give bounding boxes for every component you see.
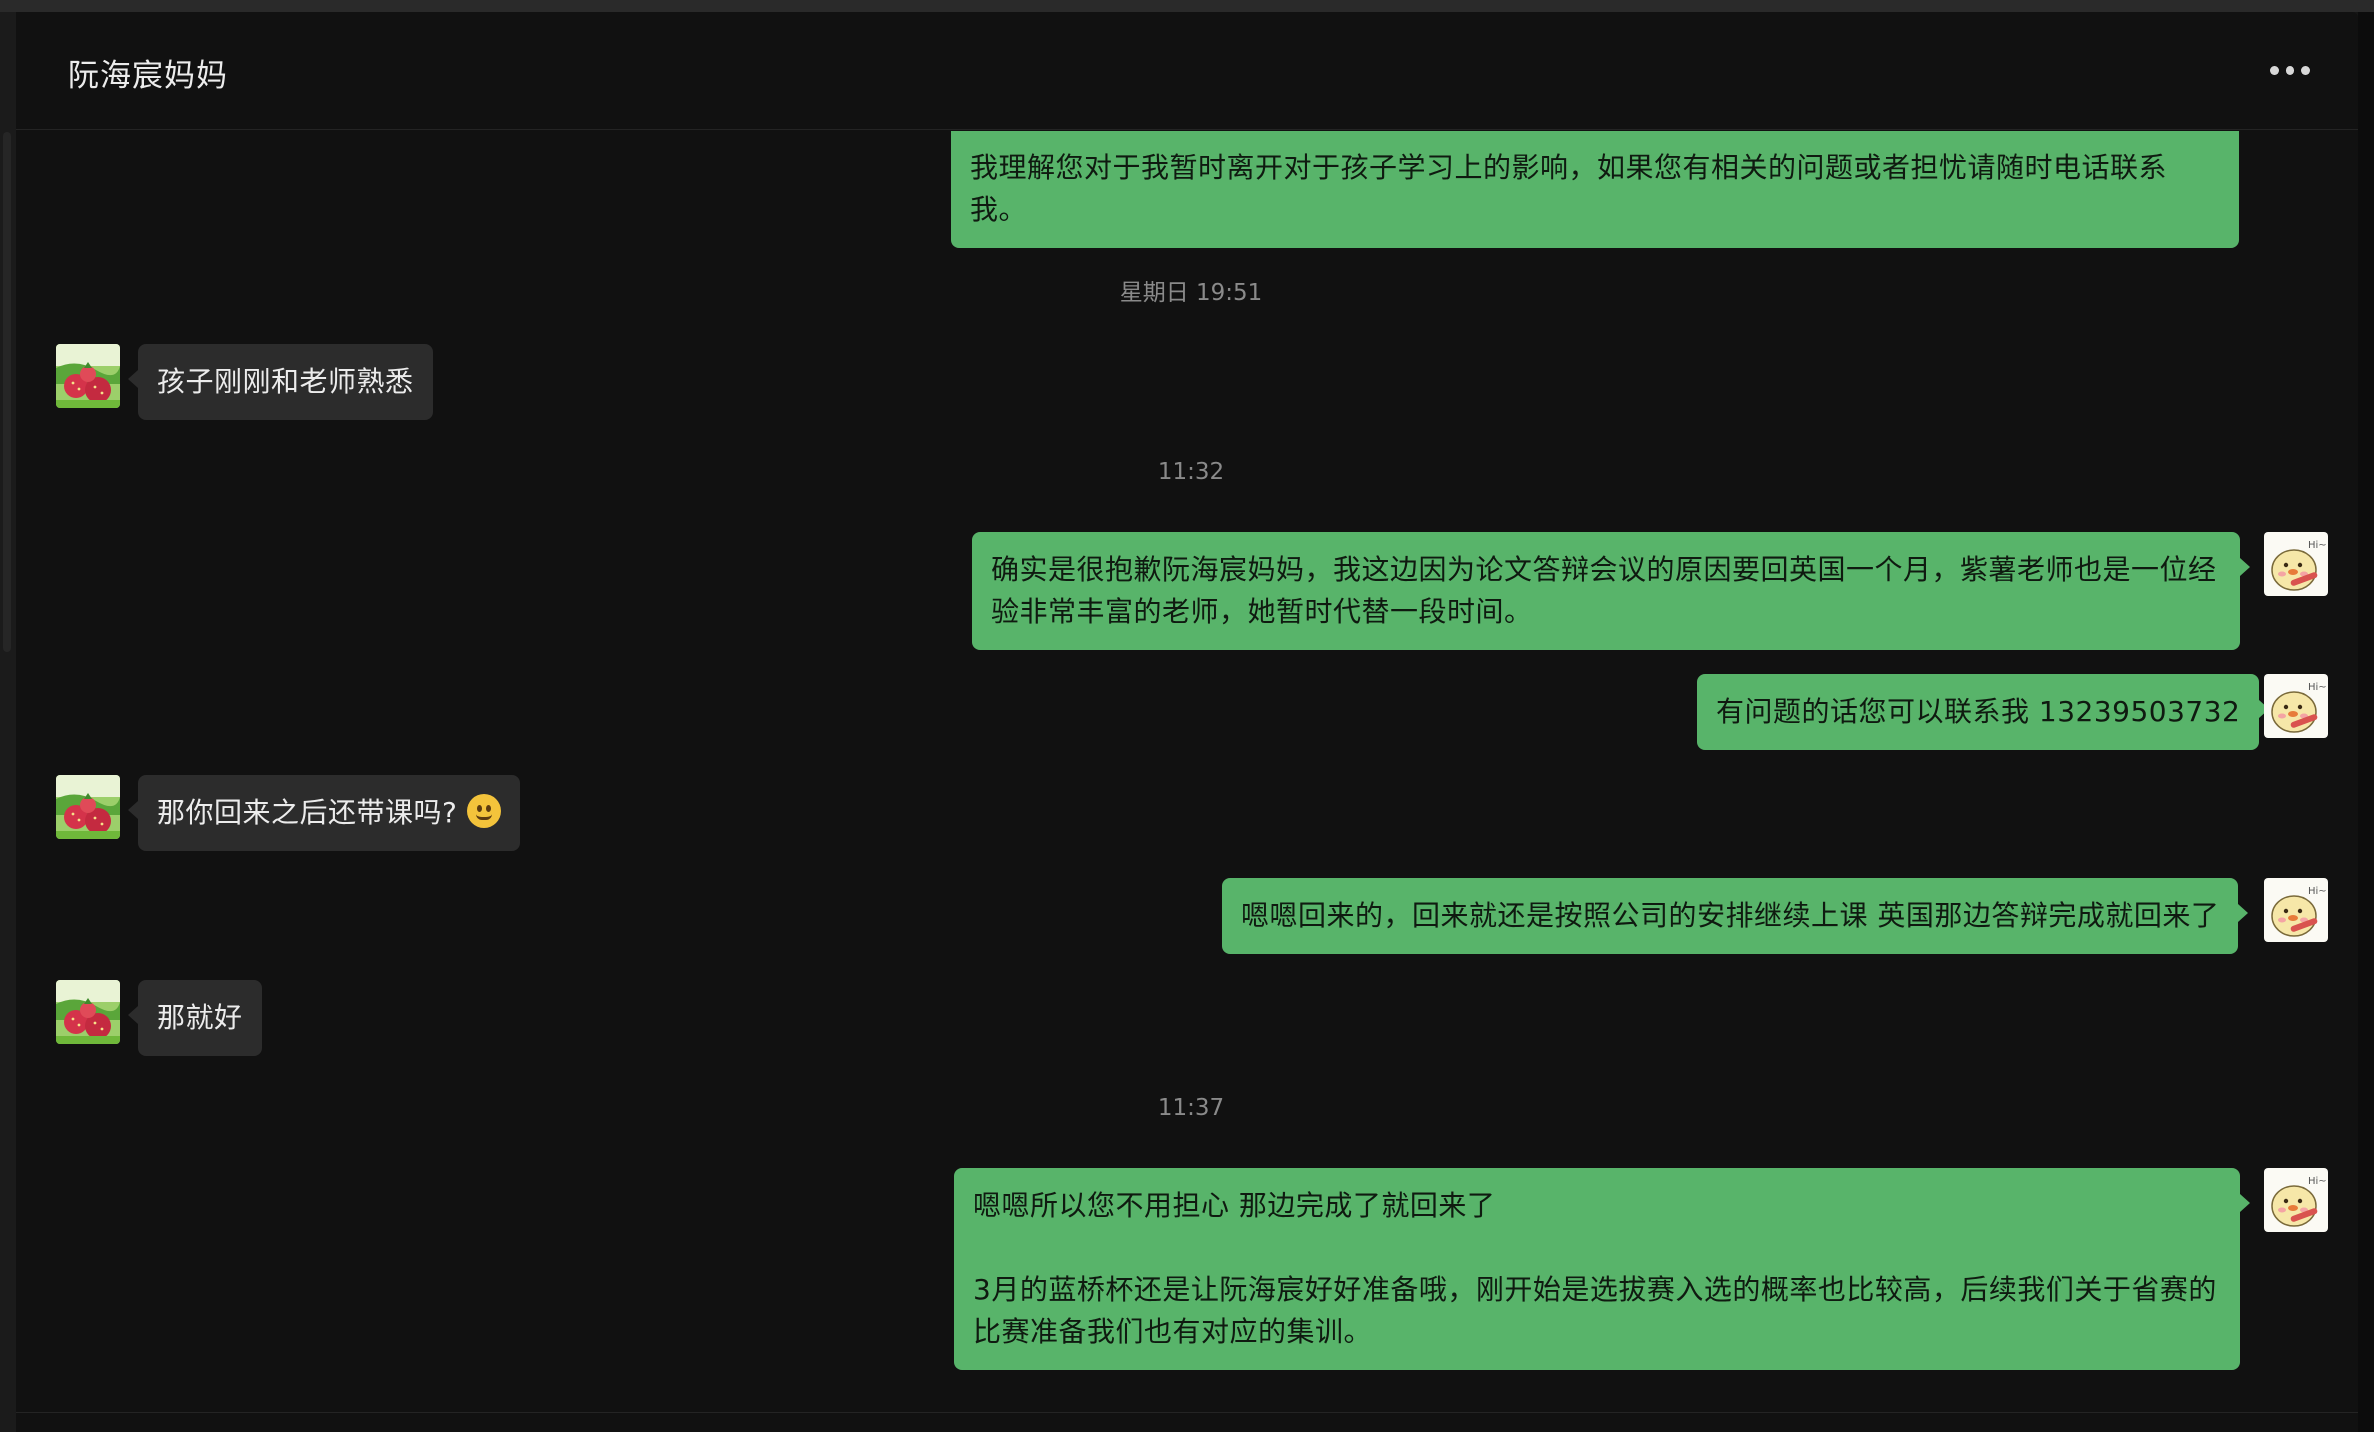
dot: [2285, 66, 2295, 75]
composer-area[interactable]: [16, 1413, 2358, 1432]
message-text: 那你回来之后还带课吗?: [157, 796, 458, 829]
svg-text:Hi~: Hi~: [2308, 540, 2327, 551]
grinning-face-emoji-icon: [467, 794, 502, 828]
self-avatar[interactable]: Hi~: [2264, 878, 2328, 942]
dot: [2301, 66, 2311, 75]
strawberry-avatar-icon: [56, 980, 120, 1044]
message-bubble-outgoing[interactable]: 确实是很抱歉阮海宸妈妈，我这边因为论文答辩会议的原因要回英国一个月，紫薯老师也是…: [972, 532, 2250, 650]
message-bubble-outgoing[interactable]: 嗯嗯回来的，回来就还是按照公司的安排继续上课 英国那边答辩完成就回来了: [1222, 878, 2249, 954]
message-bubble-outgoing[interactable]: 嗯嗯所以您不用担心 那边完成了就回来了 3月的蓝桥杯还是让阮海宸好好准备哦，刚开…: [954, 1168, 2250, 1370]
chat-header: 阮海宸妈妈: [16, 12, 2358, 130]
self-avatar[interactable]: Hi~: [2264, 1168, 2328, 1232]
cartoon-bird-avatar-icon: Hi~: [2264, 674, 2328, 738]
svg-text:Hi~: Hi~: [2308, 886, 2327, 897]
window-edge: [2358, 12, 2374, 1432]
title-bar-strip: [0, 0, 2374, 12]
chat-title: 阮海宸妈妈: [68, 58, 228, 94]
message-list[interactable]: 我理解您对于我暂时离开对于孩子学习上的影响，如果您有相关的问题或者担忧请随时电话…: [16, 131, 2358, 1412]
self-avatar[interactable]: Hi~: [2264, 674, 2328, 738]
list-scrollbar[interactable]: [3, 132, 11, 652]
dot: [2270, 66, 2279, 75]
chat-window: 阮海宸妈妈 我理解您对于我暂时离开对于孩子学习上的影响，如果您有相关的问题或者担…: [16, 12, 2358, 1432]
svg-text:Hi~: Hi~: [2308, 1176, 2327, 1187]
self-avatar[interactable]: Hi~: [2264, 532, 2328, 596]
message-bubble-incoming[interactable]: 那就好: [128, 980, 262, 1056]
timestamp: 11:32: [1157, 459, 1225, 485]
timestamp: 11:37: [1157, 1095, 1225, 1121]
cartoon-bird-avatar-icon: Hi~: [2264, 878, 2328, 942]
cartoon-bird-avatar-icon: Hi~: [2264, 532, 2328, 596]
cartoon-bird-avatar-icon: Hi~: [2264, 1168, 2328, 1232]
contact-avatar[interactable]: [56, 980, 120, 1044]
message-bubble-incoming[interactable]: 孩子刚刚和老师熟悉: [128, 344, 433, 420]
message-bubble-outgoing[interactable]: 有问题的话您可以联系我 13239503732: [1697, 674, 2270, 750]
contact-avatar[interactable]: [56, 775, 120, 839]
message-bubble-incoming[interactable]: 那你回来之后还带课吗?: [127, 775, 521, 851]
svg-text:Hi~: Hi~: [2308, 682, 2327, 693]
timestamp: 星期日 19:51: [1119, 280, 1263, 306]
contact-avatar[interactable]: [56, 344, 120, 408]
message-bubble-outgoing[interactable]: 我理解您对于我暂时离开对于孩子学习上的影响，如果您有相关的问题或者担忧请随时电话…: [951, 131, 2239, 248]
more-horizontal-icon[interactable]: [2270, 66, 2311, 80]
strawberry-avatar-icon: [56, 775, 120, 839]
strawberry-avatar-icon: [56, 344, 120, 408]
conversation-list-edge: [0, 12, 16, 1432]
